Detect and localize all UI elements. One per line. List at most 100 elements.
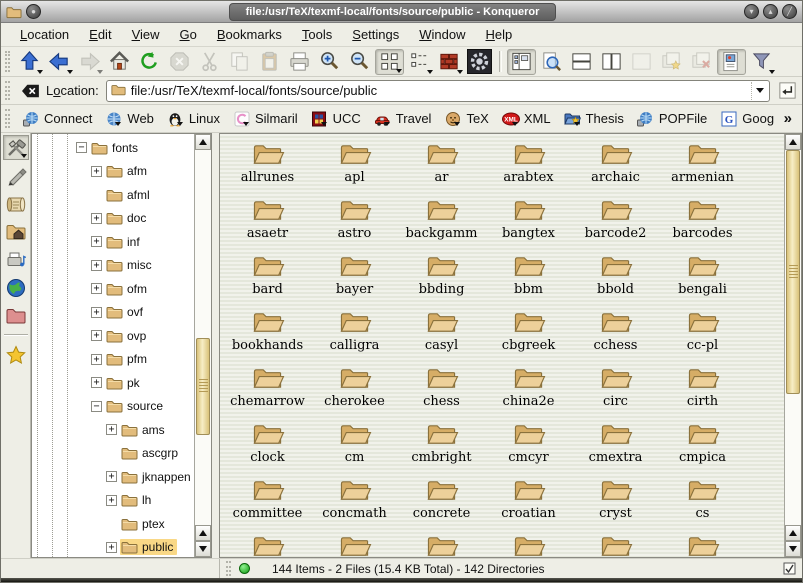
menu-bookmarks[interactable]: Bookmarks [208,25,291,44]
folder-item-partial[interactable] [659,532,746,557]
expand-toggle[interactable]: + [106,495,117,506]
collapse-toggle[interactable]: − [91,401,102,412]
sidebar-tab-pen[interactable] [3,163,29,188]
bookmark-thesis[interactable]: Thesis [559,108,629,129]
sticky-button[interactable]: ● [26,4,41,19]
image-doc-button[interactable] [717,49,746,75]
up-button[interactable] [15,49,44,75]
menu-settings[interactable]: Settings [343,25,408,44]
toolbar-grip[interactable] [5,51,10,72]
clear-location-button[interactable] [19,81,41,101]
find-button[interactable] [537,49,566,75]
tree-item-ptex[interactable]: ptex [32,512,194,536]
folder-item-arabtex[interactable]: arabtex [485,140,572,196]
folder-item-allrunes[interactable]: allrunes [224,140,311,196]
tree-item-pk[interactable]: +pk [32,371,194,395]
folder-item-cmextra[interactable]: cmextra [572,420,659,476]
page-status-icon[interactable] [783,562,796,575]
folder-item-archaic[interactable]: archaic [572,140,659,196]
bookmark-travel[interactable]: Travel [369,108,437,129]
sidebar-tab-history[interactable] [3,191,29,216]
folder-item-cryst[interactable]: cryst [572,476,659,532]
tree-item-misc[interactable]: +misc [32,254,194,278]
location-combobox[interactable]: file:/usr/TeX/texmf-local/fonts/source/p… [106,80,770,102]
icon-view-button[interactable] [375,49,404,75]
maximize-button[interactable]: ▴ [763,4,778,19]
folder-item-partial[interactable] [224,532,311,557]
folder-item-armenian[interactable]: armenian [659,140,746,196]
expand-toggle[interactable]: + [106,471,117,482]
scroll-up-button[interactable] [195,134,211,150]
tree-item-ovf[interactable]: +ovf [32,301,194,325]
expand-toggle[interactable]: + [91,377,102,388]
tree-item-fonts[interactable]: −fonts [32,136,194,160]
location-input[interactable]: file:/usr/TeX/texmf-local/fonts/source/p… [131,83,746,98]
scroll-down-button[interactable] [785,541,801,557]
sidebar-tab-home-folder[interactable] [3,219,29,244]
folder-item-croatian[interactable]: croatian [485,476,572,532]
bookmark-google[interactable]: GGoogle [715,108,773,129]
bricks-button[interactable] [435,49,464,75]
bookmark-tex[interactable]: TeX [439,108,493,129]
menu-location[interactable]: Location [11,25,78,44]
tree-scrollbar[interactable] [194,134,211,557]
bookmark-web[interactable]: Web [100,108,159,129]
scrollbar-track[interactable] [195,150,211,525]
folder-item-casyl[interactable]: casyl [398,308,485,364]
sidebar-tab-services[interactable] [3,247,29,272]
folder-item-chess[interactable]: chess [398,364,485,420]
folder-item-cirth[interactable]: cirth [659,364,746,420]
folder-item-bard[interactable]: bard [224,252,311,308]
list-view-button[interactable] [405,49,434,75]
tree-item-ascgrp[interactable]: ascgrp [32,442,194,466]
expand-toggle[interactable]: + [106,424,117,435]
folder-item-circ[interactable]: circ [572,364,659,420]
folder-item-bayer[interactable]: bayer [311,252,398,308]
folder-item-partial[interactable] [398,532,485,557]
tree-item-ovp[interactable]: +ovp [32,324,194,348]
folder-item-chemarrow[interactable]: chemarrow [224,364,311,420]
folder-item-cs[interactable]: cs [659,476,746,532]
menu-help[interactable]: Help [477,25,522,44]
tree-item-ofm[interactable]: +ofm [32,277,194,301]
bookmark-linux[interactable]: Linux [162,108,225,129]
tree-item-source[interactable]: −source [32,395,194,419]
tree-item-inf[interactable]: +inf [32,230,194,254]
folder-item-bengali[interactable]: bengali [659,252,746,308]
folder-item-bangtex[interactable]: bangtex [485,196,572,252]
folder-item-cm[interactable]: cm [311,420,398,476]
sidebar-tab-network[interactable] [3,275,29,300]
split-horizontal-button[interactable] [567,49,596,75]
folder-item-partial[interactable] [311,532,398,557]
expand-toggle[interactable]: + [91,283,102,294]
bookmark-connect[interactable]: Connect [17,108,97,129]
sidebar-tab-configure[interactable] [3,135,29,160]
folder-item-china2e[interactable]: china2e [485,364,572,420]
folder-item-clock[interactable]: clock [224,420,311,476]
expand-toggle[interactable]: + [91,166,102,177]
folder-item-astro[interactable]: astro [311,196,398,252]
titlebar[interactable]: ● file:/usr/TeX/texmf-local/fonts/source… [1,1,802,23]
bookmark-silmaril[interactable]: Silmaril [228,108,303,129]
expand-toggle[interactable]: + [91,213,102,224]
folder-item-concmath[interactable]: concmath [311,476,398,532]
expand-toggle[interactable]: + [106,542,117,553]
scrollbar-track[interactable] [785,150,801,525]
tree-item-ams[interactable]: +ams [32,418,194,442]
zoom-in-button[interactable] [315,49,344,75]
back-button[interactable] [45,49,74,75]
bookmark-popfile[interactable]: POPFile [632,108,712,129]
folder-item-barcode2[interactable]: barcode2 [572,196,659,252]
tree-item-public[interactable]: +public [32,536,194,558]
folder-item-committee[interactable]: committee [224,476,311,532]
folder-item-cchess[interactable]: cchess [572,308,659,364]
bookmark-xml[interactable]: XMLXML [497,108,556,129]
folder-item-bbding[interactable]: bbding [398,252,485,308]
folder-item-cbgreek[interactable]: cbgreek [485,308,572,364]
panel-splitter[interactable] [212,133,219,558]
folder-item-cmpica[interactable]: cmpica [659,420,746,476]
gear-button[interactable] [465,49,494,75]
menu-tools[interactable]: Tools [293,25,341,44]
bookmark-ucc[interactable]: UCC [306,108,366,129]
expand-toggle[interactable]: + [91,236,102,247]
